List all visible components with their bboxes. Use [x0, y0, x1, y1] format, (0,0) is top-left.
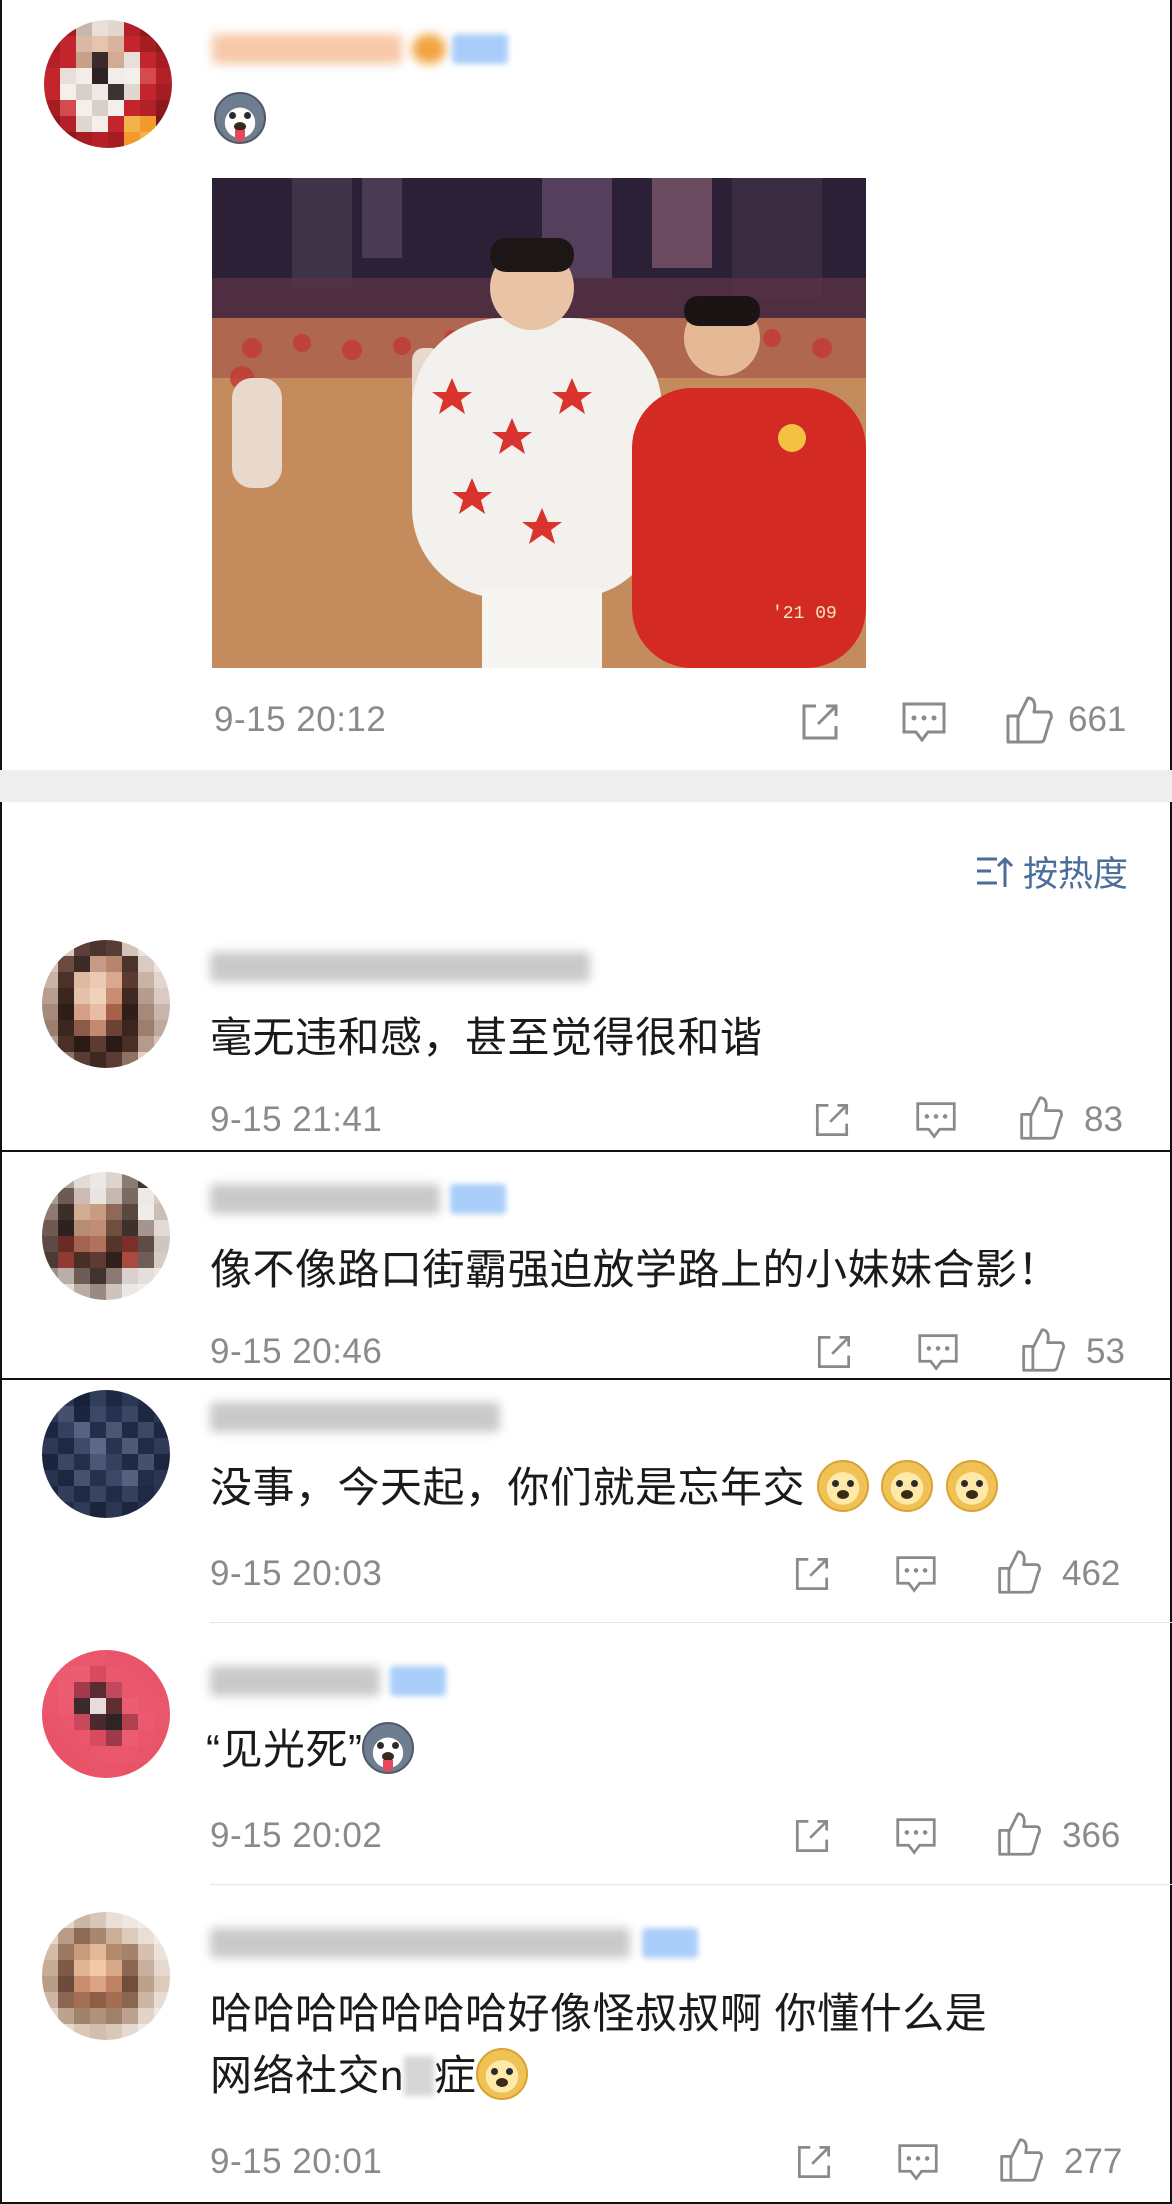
thumbs-up-icon[interactable] — [1004, 694, 1054, 746]
comment-icon[interactable] — [900, 700, 948, 746]
repost-icon[interactable] — [796, 698, 844, 746]
comment-like-count[interactable]: 277 — [1064, 2142, 1122, 2182]
censored-mosaic — [403, 2056, 434, 2096]
repost-icon[interactable] — [790, 1814, 834, 1858]
comment-time: 9-15 20:46 — [210, 1332, 383, 1371]
vip-badge-icon — [412, 34, 446, 64]
repost-icon[interactable] — [790, 1552, 834, 1596]
comment-like-count[interactable]: 366 — [1062, 1816, 1120, 1856]
post-time: 9-15 20:12 — [214, 700, 387, 739]
commenter-name[interactable] — [210, 1666, 380, 1696]
comment-text-body: “见光死” — [206, 1726, 363, 1773]
member-badge — [452, 34, 508, 64]
comment-text: 没事，今天起，你们就是忘年交 — [210, 1460, 998, 1516]
comment-text-part: 症 — [433, 2052, 477, 2099]
original-post: '21 09 9-15 20:12 661 — [0, 0, 1172, 770]
comment-time: 9-15 20:01 — [210, 2142, 383, 2181]
comment-like-count[interactable]: 83 — [1084, 1100, 1123, 1140]
sort-icon — [976, 856, 1013, 887]
comment-time: 9-15 20:02 — [210, 1816, 383, 1855]
reply-separator — [210, 1884, 1172, 1885]
comment-like-count[interactable]: 462 — [1062, 1554, 1120, 1594]
comment-time: 9-15 21:41 — [210, 1100, 383, 1139]
sort-toggle[interactable]: 按热度 — [975, 846, 1128, 897]
section-divider — [0, 770, 1172, 802]
commenter-avatar[interactable] — [42, 940, 170, 1068]
comment-time: 9-15 20:03 — [210, 1554, 383, 1593]
comment-icon[interactable] — [896, 2142, 940, 2184]
photo-scene: '21 09 — [212, 178, 866, 668]
comment-text-body: 没事，今天起，你们就是忘年交 — [210, 1464, 806, 1511]
member-badge — [642, 1928, 698, 1958]
commenter-name[interactable] — [210, 952, 590, 982]
post-author-name[interactable] — [212, 34, 402, 64]
comment-text: 像不像路口街霸强迫放学路上的小妹妹合影！ — [210, 1246, 1061, 1293]
commenter-name[interactable] — [210, 1402, 500, 1432]
comment-icon[interactable] — [916, 1332, 960, 1374]
commenter-avatar[interactable] — [42, 1650, 170, 1778]
doge-emoji — [817, 1460, 870, 1512]
doge-emoji — [945, 1460, 998, 1512]
thumbs-up-icon[interactable] — [1020, 1326, 1066, 1374]
thumbs-up-icon[interactable] — [998, 2136, 1044, 2184]
repost-icon[interactable] — [812, 1330, 856, 1374]
member-badge — [390, 1666, 446, 1696]
reply-separator — [210, 1622, 1172, 1623]
husky-emoji — [214, 92, 266, 144]
doge-emoji — [881, 1460, 934, 1512]
commenter-name[interactable] — [210, 1928, 630, 1958]
repost-icon[interactable] — [792, 2140, 836, 2184]
comment-separator — [0, 1378, 1172, 1380]
post-text — [214, 92, 266, 144]
comment-icon[interactable] — [894, 1554, 938, 1596]
comment-text-part: 网络社交n — [210, 2052, 404, 2099]
commenter-avatar[interactable] — [42, 1390, 170, 1518]
post-author-avatar[interactable] — [44, 20, 172, 148]
comment-text-line-1: 哈哈哈哈哈哈哈好像怪叔叔啊 你懂什么是 — [210, 1990, 988, 2037]
comment-separator — [0, 1150, 1172, 1152]
commenter-avatar[interactable] — [42, 1912, 170, 2040]
thumbs-up-icon[interactable] — [1018, 1094, 1064, 1142]
comment-text-line-2: 网络社交n 症 — [210, 2048, 529, 2104]
commenter-avatar[interactable] — [42, 1172, 170, 1300]
post-like-count[interactable]: 661 — [1068, 700, 1126, 740]
post-photo[interactable]: '21 09 — [212, 178, 866, 668]
thumbs-up-icon[interactable] — [996, 1810, 1042, 1858]
sort-label: 按热度 — [1022, 855, 1128, 894]
husky-emoji — [362, 1722, 415, 1774]
comment-icon[interactable] — [894, 1816, 938, 1858]
doge-emoji — [476, 2048, 529, 2100]
comment-like-count[interactable]: 53 — [1086, 1332, 1125, 1372]
weibo-comment-screen: '21 09 9-15 20:12 661 按热度 毫无违和感，甚至觉得很和谐 … — [0, 0, 1172, 2204]
commenter-name[interactable] — [210, 1184, 440, 1214]
member-badge — [450, 1184, 506, 1214]
comment-text: 毫无违和感，甚至觉得很和谐 — [210, 1014, 763, 1061]
repost-icon[interactable] — [810, 1098, 854, 1142]
photo-date-stamp: '21 09 — [772, 604, 837, 624]
comment-text: “见光死” — [206, 1722, 415, 1778]
comment-icon[interactable] — [914, 1100, 958, 1142]
thumbs-up-icon[interactable] — [996, 1548, 1042, 1596]
